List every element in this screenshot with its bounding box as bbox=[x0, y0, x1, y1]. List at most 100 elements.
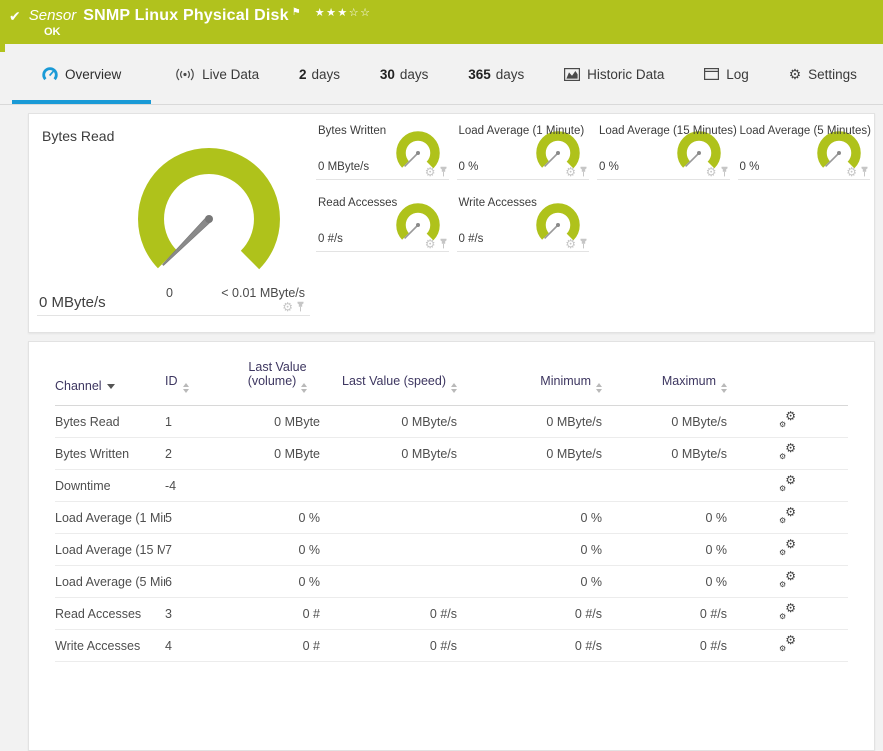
object-type-label: Sensor bbox=[28, 7, 77, 24]
gauge-current-value: 0 MByte/s bbox=[318, 161, 370, 173]
page-title: SNMP Linux Physical Disk bbox=[83, 7, 289, 24]
gauge-load-average-5min: Load Average (5 Minutes) 0 % ⚙ bbox=[736, 118, 873, 180]
gauge-current-value: 0 #/s bbox=[318, 233, 343, 245]
channel-id: 5 bbox=[165, 501, 235, 534]
table-row: Downtime -4 ⚙ ⚙ bbox=[55, 469, 848, 502]
gauges-panel: Bytes Read 0 MByte/s 0 < 0.01 MByte/s ⚙ bbox=[28, 113, 875, 333]
maximum-value: 0 % bbox=[602, 565, 727, 598]
tab-label: days bbox=[399, 66, 429, 82]
gauge-label: Load Average (1 Minute) bbox=[458, 125, 585, 137]
col-header-maximum[interactable]: Maximum bbox=[602, 342, 727, 406]
minimum-value: 0 % bbox=[457, 533, 602, 566]
pin-icon[interactable] bbox=[860, 166, 869, 178]
col-header-actions bbox=[727, 342, 848, 406]
gear-icon[interactable]: ⚙ bbox=[706, 166, 717, 178]
table-header-row: Channel ID Last Value (volume) Last Valu… bbox=[55, 342, 848, 406]
gauge-label: Bytes Written bbox=[318, 125, 387, 137]
channel-settings-icon[interactable]: ⚙ ⚙ bbox=[779, 506, 796, 525]
channel-settings-icon[interactable]: ⚙ ⚙ bbox=[779, 442, 796, 461]
sensor-overview-page: ✔ Sensor SNMP Linux Physical Disk ⚑ ★★★☆… bbox=[0, 0, 883, 751]
tab-2-days[interactable]: 2 days bbox=[283, 44, 356, 104]
gauge-footer-icons: ⚙ bbox=[846, 166, 869, 178]
channel-name: Load Average (5 Min... bbox=[55, 565, 165, 598]
maximum-value: 0 % bbox=[602, 501, 727, 534]
channel-name: Downtime bbox=[55, 469, 165, 502]
tab-overview[interactable]: Overview bbox=[12, 44, 152, 104]
tab-label: days bbox=[495, 66, 525, 82]
gear-icon[interactable]: ⚙ bbox=[282, 301, 293, 313]
pin-icon[interactable] bbox=[579, 238, 588, 250]
flag-icon[interactable]: ⚑ bbox=[292, 7, 301, 18]
channel-name: Load Average (15 Mi... bbox=[55, 533, 165, 566]
channel-table: Channel ID Last Value (volume) Last Valu… bbox=[55, 342, 848, 662]
gear-icon[interactable]: ⚙ bbox=[425, 166, 436, 178]
gauge-current-value: 0 % bbox=[458, 161, 479, 173]
channel-name: Load Average (1 Min... bbox=[55, 501, 165, 534]
last-value-speed: 0 MByte/s bbox=[320, 405, 457, 438]
channel-name: Bytes Read bbox=[55, 405, 165, 438]
gauge-label: Read Accesses bbox=[318, 197, 398, 209]
last-value-volume bbox=[235, 469, 320, 502]
table-row: Write Accesses 4 0 # 0 #/s 0 #/s 0 #/s ⚙… bbox=[55, 629, 848, 662]
gear-icon[interactable]: ⚙ bbox=[425, 238, 436, 250]
gear-icon[interactable]: ⚙ bbox=[565, 238, 576, 250]
last-value-volume: 0 % bbox=[235, 565, 320, 598]
minimum-value: 0 #/s bbox=[457, 629, 602, 662]
minimum-value: 0 % bbox=[457, 565, 602, 598]
maximum-value: 0 MByte/s bbox=[602, 405, 727, 438]
channel-settings-icon[interactable]: ⚙ ⚙ bbox=[779, 474, 796, 493]
table-row: Bytes Written 2 0 MByte 0 MByte/s 0 MByt… bbox=[55, 437, 848, 470]
table-row: Load Average (15 Mi... 7 0 % 0 % 0 % ⚙⚙ bbox=[55, 533, 848, 566]
gear-icon[interactable]: ⚙ bbox=[565, 166, 576, 178]
col-header-channel[interactable]: Channel bbox=[55, 342, 165, 406]
gauge-footer-icons: ⚙ bbox=[425, 238, 448, 250]
channel-id: 1 bbox=[165, 405, 235, 438]
channel-settings-icon[interactable]: ⚙ ⚙ bbox=[779, 634, 796, 653]
gear-icon: ⚙ bbox=[788, 66, 802, 82]
channel-settings-icon[interactable]: ⚙ ⚙ bbox=[779, 570, 796, 589]
gauge-icon bbox=[42, 67, 58, 81]
pin-icon[interactable] bbox=[296, 301, 305, 313]
col-header-last-value-speed[interactable]: Last Value (speed) bbox=[320, 342, 457, 406]
pin-icon[interactable] bbox=[579, 166, 588, 178]
gauge-footer-icons: ⚙ bbox=[706, 166, 729, 178]
tab-historic-data[interactable]: Historic Data bbox=[548, 44, 680, 104]
pin-icon[interactable] bbox=[720, 166, 729, 178]
tab-30-days[interactable]: 30 days bbox=[364, 44, 445, 104]
gauge-bytes-read: Bytes Read 0 MByte/s 0 < 0.01 MByte/s ⚙ bbox=[29, 114, 312, 316]
table-row: Bytes Read 1 0 MByte 0 MByte/s 0 MByte/s… bbox=[55, 405, 848, 438]
tab-log[interactable]: Log bbox=[688, 44, 765, 104]
col-header-minimum[interactable]: Minimum bbox=[457, 342, 602, 406]
pin-icon[interactable] bbox=[439, 238, 448, 250]
header-notch bbox=[0, 44, 5, 52]
col-header-last-value-volume[interactable]: Last Value (volume) bbox=[235, 342, 320, 406]
tab-label: Log bbox=[726, 66, 749, 82]
tab-label: Live Data bbox=[202, 66, 260, 82]
tab-label: Historic Data bbox=[587, 66, 665, 82]
maximum-value bbox=[602, 469, 727, 502]
gauge-current-value: 0 % bbox=[599, 161, 619, 173]
tab-live-data[interactable]: Live Data bbox=[159, 44, 275, 104]
gauge-load-average-1min: Load Average (1 Minute) 0 % ⚙ bbox=[455, 118, 592, 180]
gear-icon[interactable]: ⚙ bbox=[846, 166, 857, 178]
channel-id: 6 bbox=[165, 565, 235, 598]
channel-settings-icon[interactable]: ⚙ ⚙ bbox=[779, 538, 796, 557]
minimum-value: 0 #/s bbox=[457, 597, 602, 630]
minimum-value: 0 MByte/s bbox=[457, 405, 602, 438]
gauge-label: Load Average (5 Minutes) bbox=[739, 125, 871, 137]
chart-icon bbox=[564, 67, 581, 81]
channel-settings-icon[interactable]: ⚙ ⚙ bbox=[779, 410, 796, 429]
priority-stars[interactable]: ★★★☆☆ bbox=[315, 6, 372, 19]
channel-settings-icon[interactable]: ⚙ ⚙ bbox=[779, 602, 796, 621]
gauge-current-value: 0 #/s bbox=[458, 233, 484, 245]
gauge-write-accesses: Write Accesses 0 #/s ⚙ bbox=[455, 190, 592, 252]
tab-365-days[interactable]: 365 days bbox=[452, 44, 540, 104]
tab-number: 365 bbox=[468, 66, 491, 82]
pin-icon[interactable] bbox=[439, 166, 448, 178]
tab-settings[interactable]: ⚙ Settings bbox=[773, 44, 873, 104]
gauge-footer-icons: ⚙ bbox=[425, 166, 448, 178]
tab-label: Overview bbox=[65, 66, 122, 82]
last-value-volume: 0 # bbox=[235, 597, 320, 630]
col-header-id[interactable]: ID bbox=[165, 342, 235, 406]
tab-bar: Overview Live Data 2 days 30 days 365 da… bbox=[0, 44, 883, 105]
